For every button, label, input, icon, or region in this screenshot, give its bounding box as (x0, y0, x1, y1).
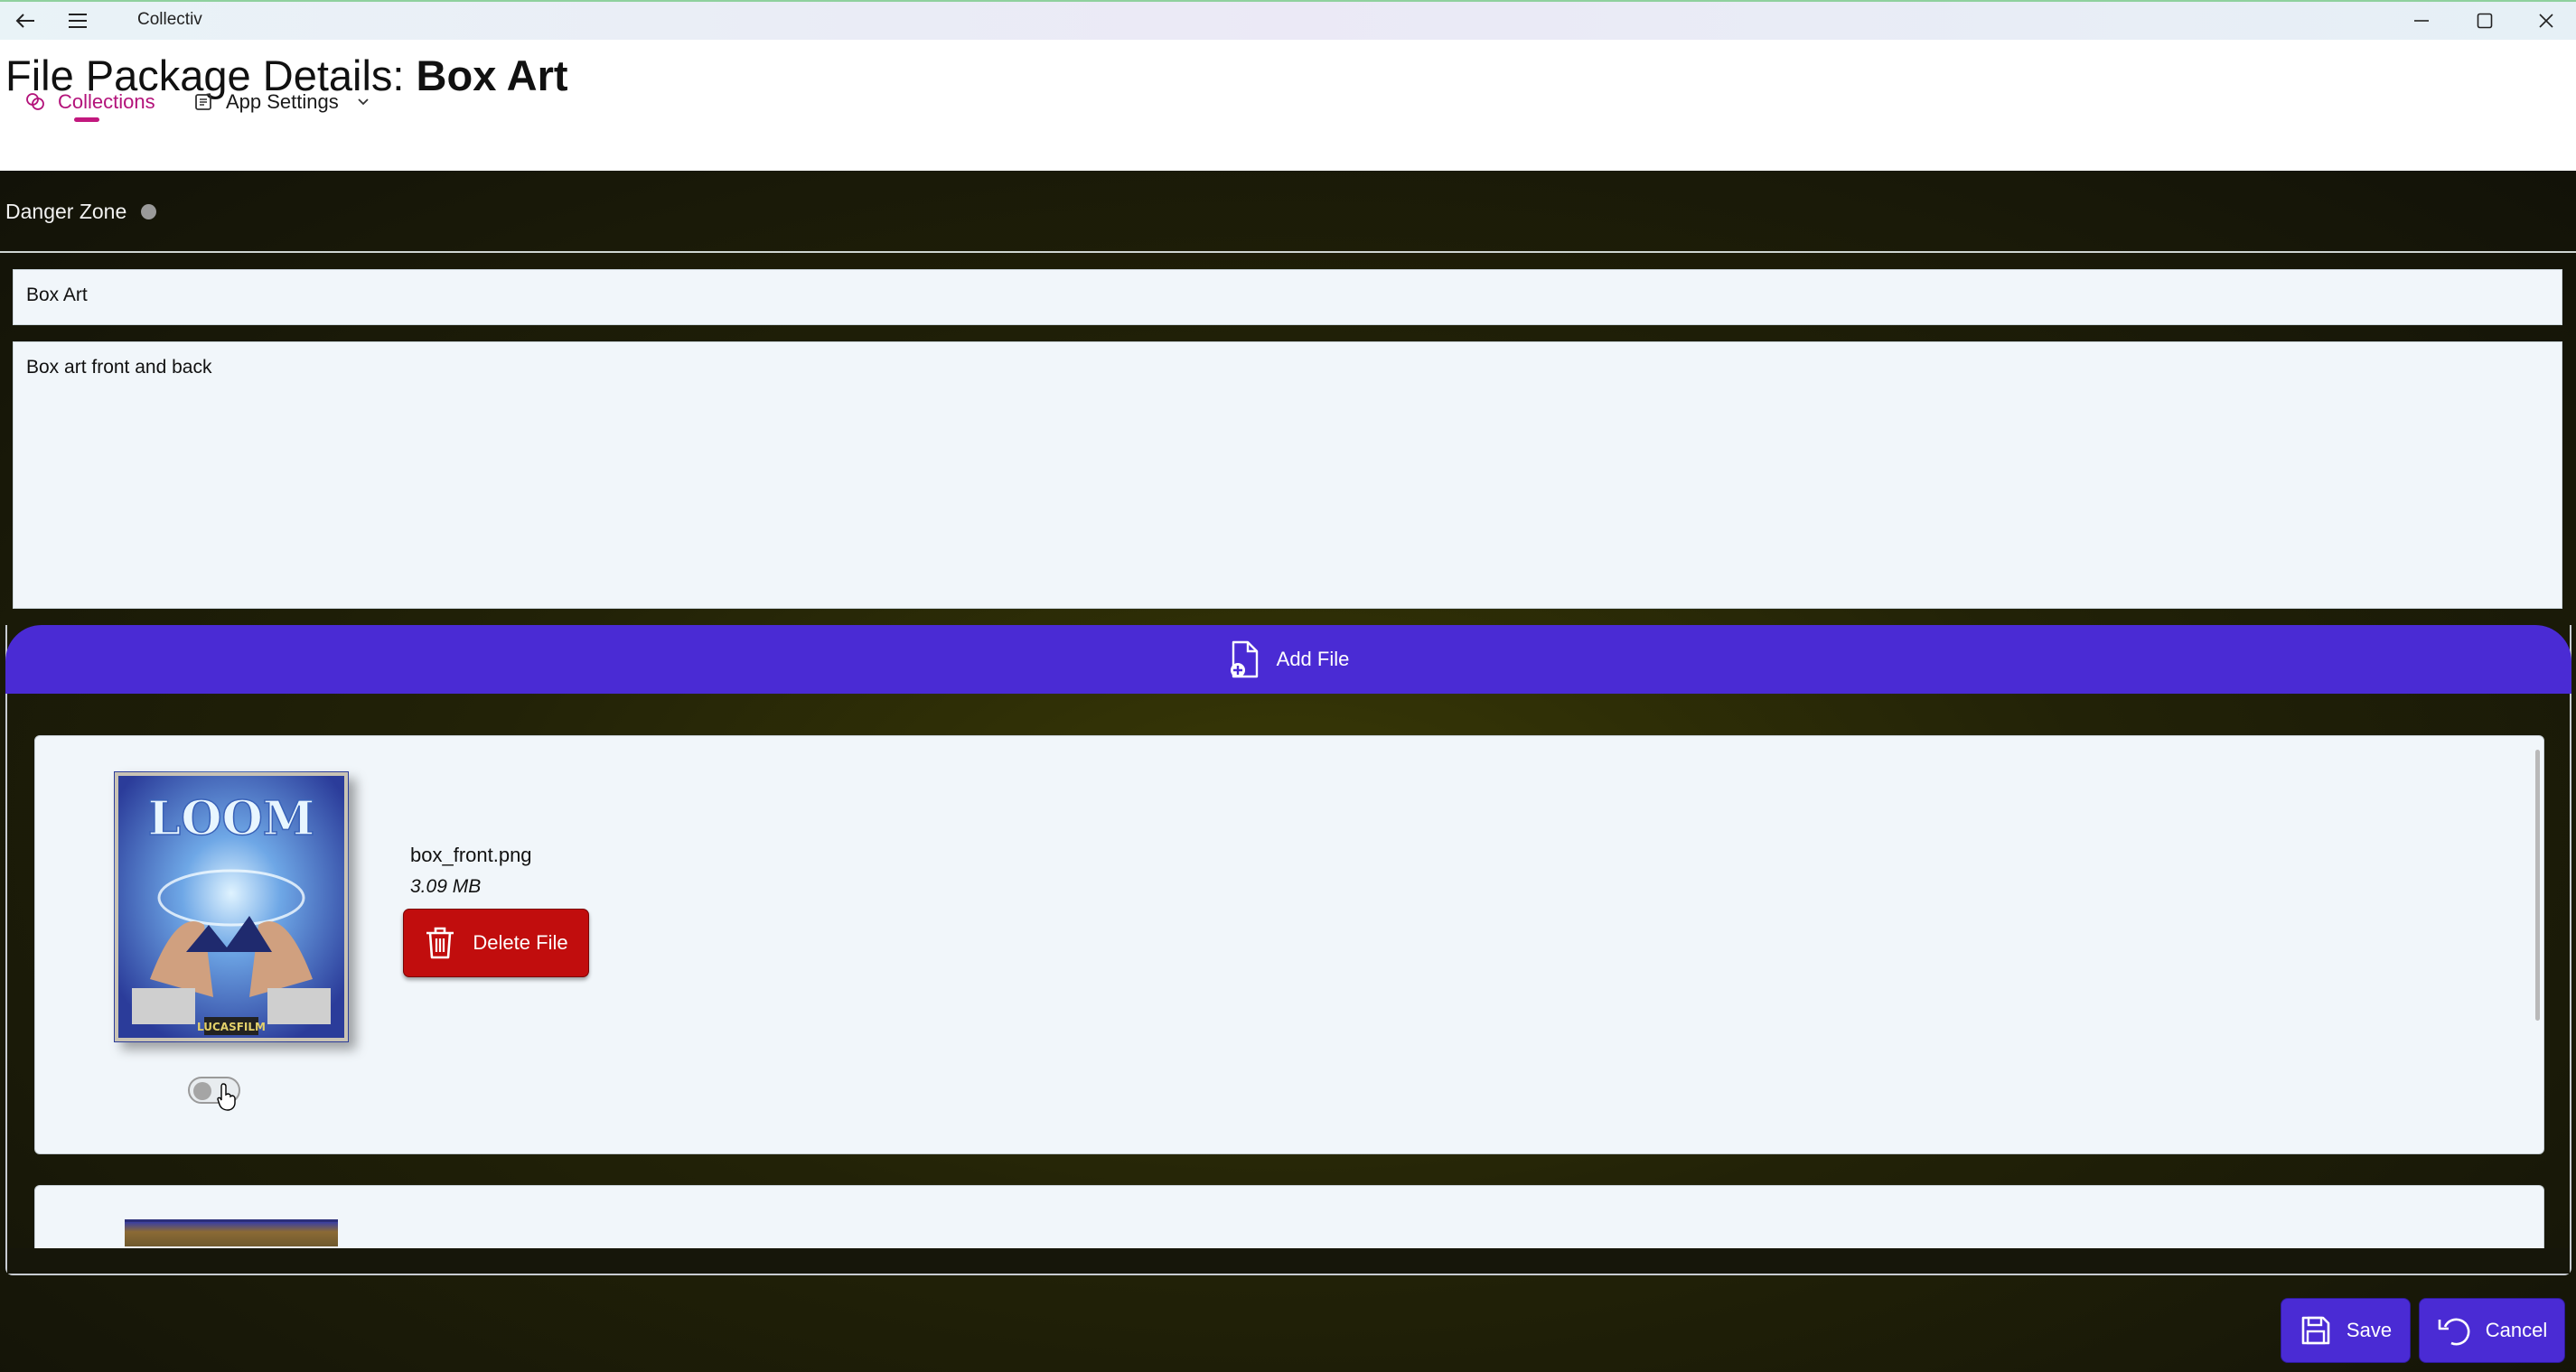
danger-zone-toggle[interactable] (141, 203, 157, 219)
tab-collections-label: Collections (58, 90, 155, 113)
undo-arrow-icon (2438, 1318, 2470, 1346)
name-input[interactable]: Box Art (13, 269, 2562, 325)
delete-file-button[interactable]: Delete File (403, 909, 589, 977)
chevron-down-icon (358, 98, 369, 106)
save-button[interactable]: Save (2281, 1298, 2411, 1363)
svg-text:LOOM: LOOM (148, 791, 315, 846)
back-arrow-icon[interactable] (7, 2, 43, 40)
toggle-knob (193, 1082, 211, 1100)
page-title-name: Box Art (416, 51, 568, 99)
file-name: box_front.png (410, 844, 532, 866)
cancel-button[interactable]: Cancel (2419, 1298, 2565, 1363)
svg-text:LUCASFILM: LUCASFILM (197, 1021, 266, 1033)
page-header: File Package Details: Box Art (0, 40, 2576, 171)
danger-zone-label: Danger Zone (5, 199, 127, 223)
file-thumbnail[interactable] (125, 1219, 338, 1246)
settings-icon (195, 94, 211, 110)
add-file-button[interactable]: Add File (5, 625, 2571, 694)
description-textarea[interactable]: Box art front and back (13, 341, 2562, 609)
hamburger-menu-icon[interactable] (60, 2, 96, 40)
name-input-value: Box Art (26, 285, 88, 305)
collections-icon (26, 93, 44, 110)
save-label: Save (2346, 1319, 2393, 1341)
maximize-icon[interactable] (2459, 2, 2510, 40)
delete-file-label: Delete File (473, 931, 568, 954)
active-tab-indicator (74, 117, 99, 122)
app-title: Collectiv (137, 10, 202, 29)
window-titlebar: Collectiv (0, 0, 2576, 40)
file-thumbnail[interactable]: LOOM LUCASFILM (114, 771, 349, 1042)
file-card (34, 1185, 2544, 1248)
description-value: Box art front and back (26, 357, 212, 378)
files-scrollbar[interactable] (2535, 750, 2540, 1021)
close-icon[interactable] (2521, 2, 2571, 40)
files-panel-footer (7, 1248, 2570, 1274)
tab-app-settings-label: App Settings (226, 90, 339, 113)
mouse-cursor-icon (217, 1083, 236, 1111)
minimize-icon[interactable] (2396, 2, 2447, 40)
floppy-disk-icon (2301, 1316, 2330, 1345)
divider (0, 251, 2576, 253)
cancel-label: Cancel (2485, 1319, 2548, 1341)
add-file-label: Add File (1276, 648, 1350, 670)
add-file-icon (1230, 640, 1258, 678)
danger-zone-row: Danger Zone (5, 197, 157, 226)
trash-icon (426, 927, 454, 959)
tab-app-settings[interactable]: App Settings (193, 79, 370, 125)
file-size: 3.09 MB (410, 876, 482, 897)
